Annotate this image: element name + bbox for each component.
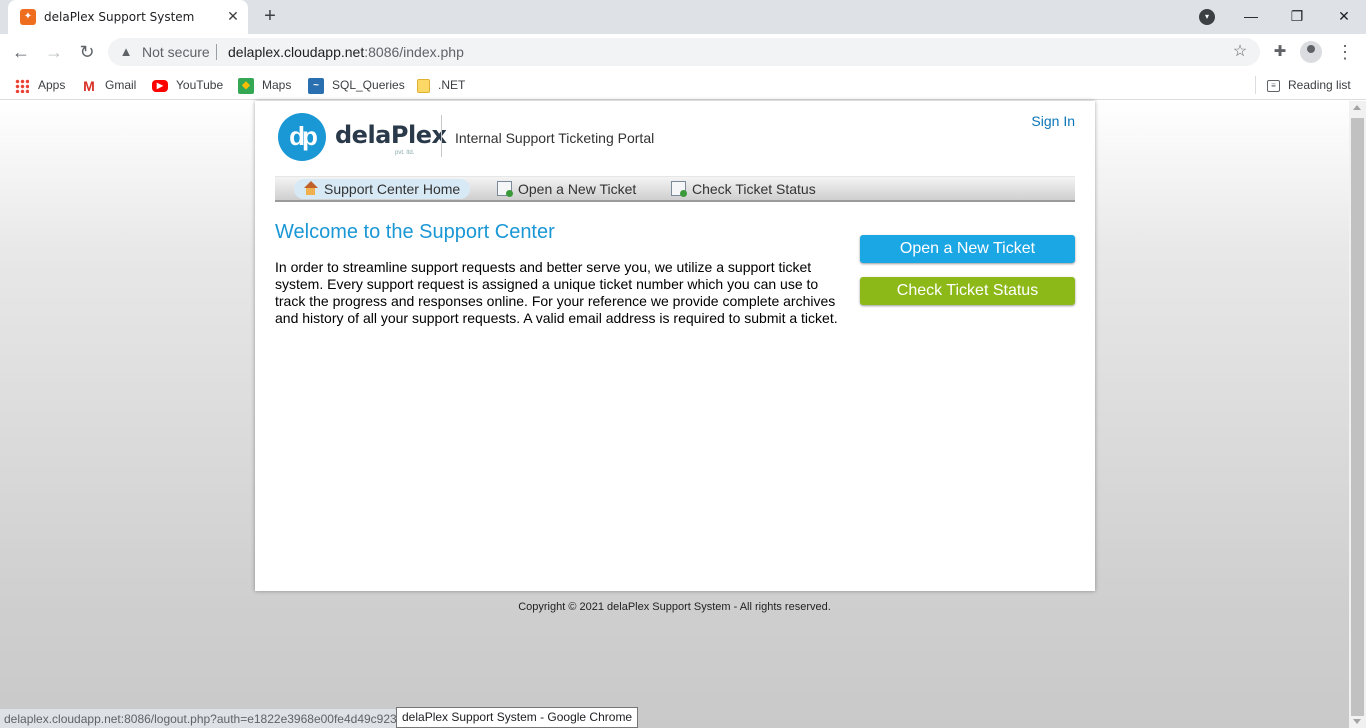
- page-scrollbar[interactable]: [1349, 101, 1366, 728]
- reading-list-icon: ≡: [1267, 79, 1280, 92]
- close-tab-icon[interactable]: ✕: [224, 7, 242, 25]
- restore-icon[interactable]: ❐: [1282, 3, 1312, 29]
- portal-container: dp delaPlex pvt. ltd. Internal Support T…: [255, 101, 1095, 591]
- scroll-down-arrow-icon[interactable]: [1353, 719, 1361, 724]
- scroll-up-arrow-icon[interactable]: [1353, 105, 1361, 110]
- back-arrow-icon[interactable]: ←: [9, 40, 33, 64]
- maps-icon: ◆: [238, 77, 254, 94]
- tab-search-icon[interactable]: ▾: [1199, 9, 1215, 25]
- sign-in-link[interactable]: Sign In: [1031, 113, 1075, 129]
- new-ticket-icon: [497, 181, 513, 197]
- extensions-puzzle-icon[interactable]: ✚: [1268, 40, 1292, 64]
- nav-check-ticket-status[interactable]: Check Ticket Status: [662, 179, 826, 199]
- bookmark-star-icon[interactable]: ☆: [1230, 42, 1250, 62]
- bookmarks-divider: [1255, 76, 1256, 94]
- url-text[interactable]: delaplex.cloudapp.net:8086/index.php: [228, 44, 464, 60]
- logo-text[interactable]: delaPlex: [335, 121, 447, 149]
- bookmark-sql-queries[interactable]: ~ SQL_Queries: [308, 76, 405, 94]
- logo-subtext: pvt. ltd.: [395, 150, 415, 156]
- folder-icon: [417, 78, 430, 93]
- check-ticket-status-button[interactable]: Check Ticket Status: [860, 277, 1075, 305]
- bookmark-apps[interactable]: Apps: [15, 76, 65, 94]
- nav-open-new-ticket[interactable]: Open a New Ticket: [488, 179, 646, 199]
- scroll-thumb[interactable]: [1351, 118, 1364, 716]
- menu-kebab-icon[interactable]: ⋮: [1333, 40, 1357, 64]
- bookmarks-bar: Apps M Gmail ▶ YouTube ◆ Maps ~ SQL_Queries …: [0, 70, 1366, 100]
- gmail-icon: M: [83, 77, 95, 94]
- link-status-bar: delaplex.cloudapp.net:8086/logout.php?au…: [0, 708, 398, 728]
- warning-icon[interactable]: ▲: [118, 44, 134, 60]
- copyright-footer: Copyright © 2021 delaPlex Support System…: [518, 601, 831, 613]
- tab-strip: ✦ delaPlex Support System ✕ + ▾ — ❐ ✕: [0, 0, 1366, 34]
- tab-title: delaPlex Support System: [44, 10, 195, 24]
- youtube-icon: ▶: [152, 79, 168, 92]
- forward-arrow-icon[interactable]: →: [42, 40, 66, 64]
- bookmark-gmail[interactable]: M Gmail: [81, 76, 136, 94]
- new-tab-button[interactable]: +: [258, 5, 282, 29]
- open-new-ticket-button[interactable]: Open a New Ticket: [860, 235, 1075, 263]
- delaplex-logo-icon[interactable]: dp: [278, 113, 326, 161]
- header-divider: [441, 115, 442, 157]
- bookmark-youtube[interactable]: ▶ YouTube: [152, 76, 223, 94]
- reload-icon[interactable]: ↻: [75, 40, 99, 64]
- minimize-icon[interactable]: —: [1236, 3, 1266, 29]
- nav-support-center-home[interactable]: Support Center Home: [294, 179, 471, 199]
- site-favicon-icon: ✦: [20, 9, 36, 25]
- portal-title: Internal Support Ticketing Portal: [455, 130, 655, 146]
- page-viewport: dp delaPlex pvt. ltd. Internal Support T…: [0, 101, 1366, 728]
- omnibox-divider: [216, 44, 217, 60]
- sql-queries-icon: ~: [308, 77, 324, 94]
- welcome-heading: Welcome to the Support Center: [275, 221, 555, 243]
- profile-avatar-icon[interactable]: [1300, 41, 1322, 63]
- address-bar[interactable]: ▲ Not secure delaplex.cloudapp.net:8086/…: [108, 38, 1260, 66]
- security-status[interactable]: Not secure: [142, 44, 210, 60]
- intro-paragraph: In order to streamline support requests …: [275, 259, 838, 326]
- reading-list-button[interactable]: ≡ Reading list: [1267, 76, 1351, 94]
- browser-tab[interactable]: ✦ delaPlex Support System ✕: [8, 0, 248, 34]
- main-nav: Support Center Home Open a New Ticket Ch…: [275, 176, 1075, 202]
- window-tooltip: delaPlex Support System - Google Chrome: [396, 707, 639, 728]
- apps-grid-icon: [15, 78, 29, 93]
- ticket-status-icon: [671, 181, 687, 197]
- home-icon: [303, 181, 318, 196]
- bookmark-dotnet-folder[interactable]: .NET: [417, 76, 465, 94]
- bookmark-maps[interactable]: ◆ Maps: [238, 76, 291, 94]
- browser-toolbar: ← → ↻ ▲ Not secure delaplex.cloudapp.net…: [0, 34, 1366, 70]
- close-window-icon[interactable]: ✕: [1329, 3, 1359, 29]
